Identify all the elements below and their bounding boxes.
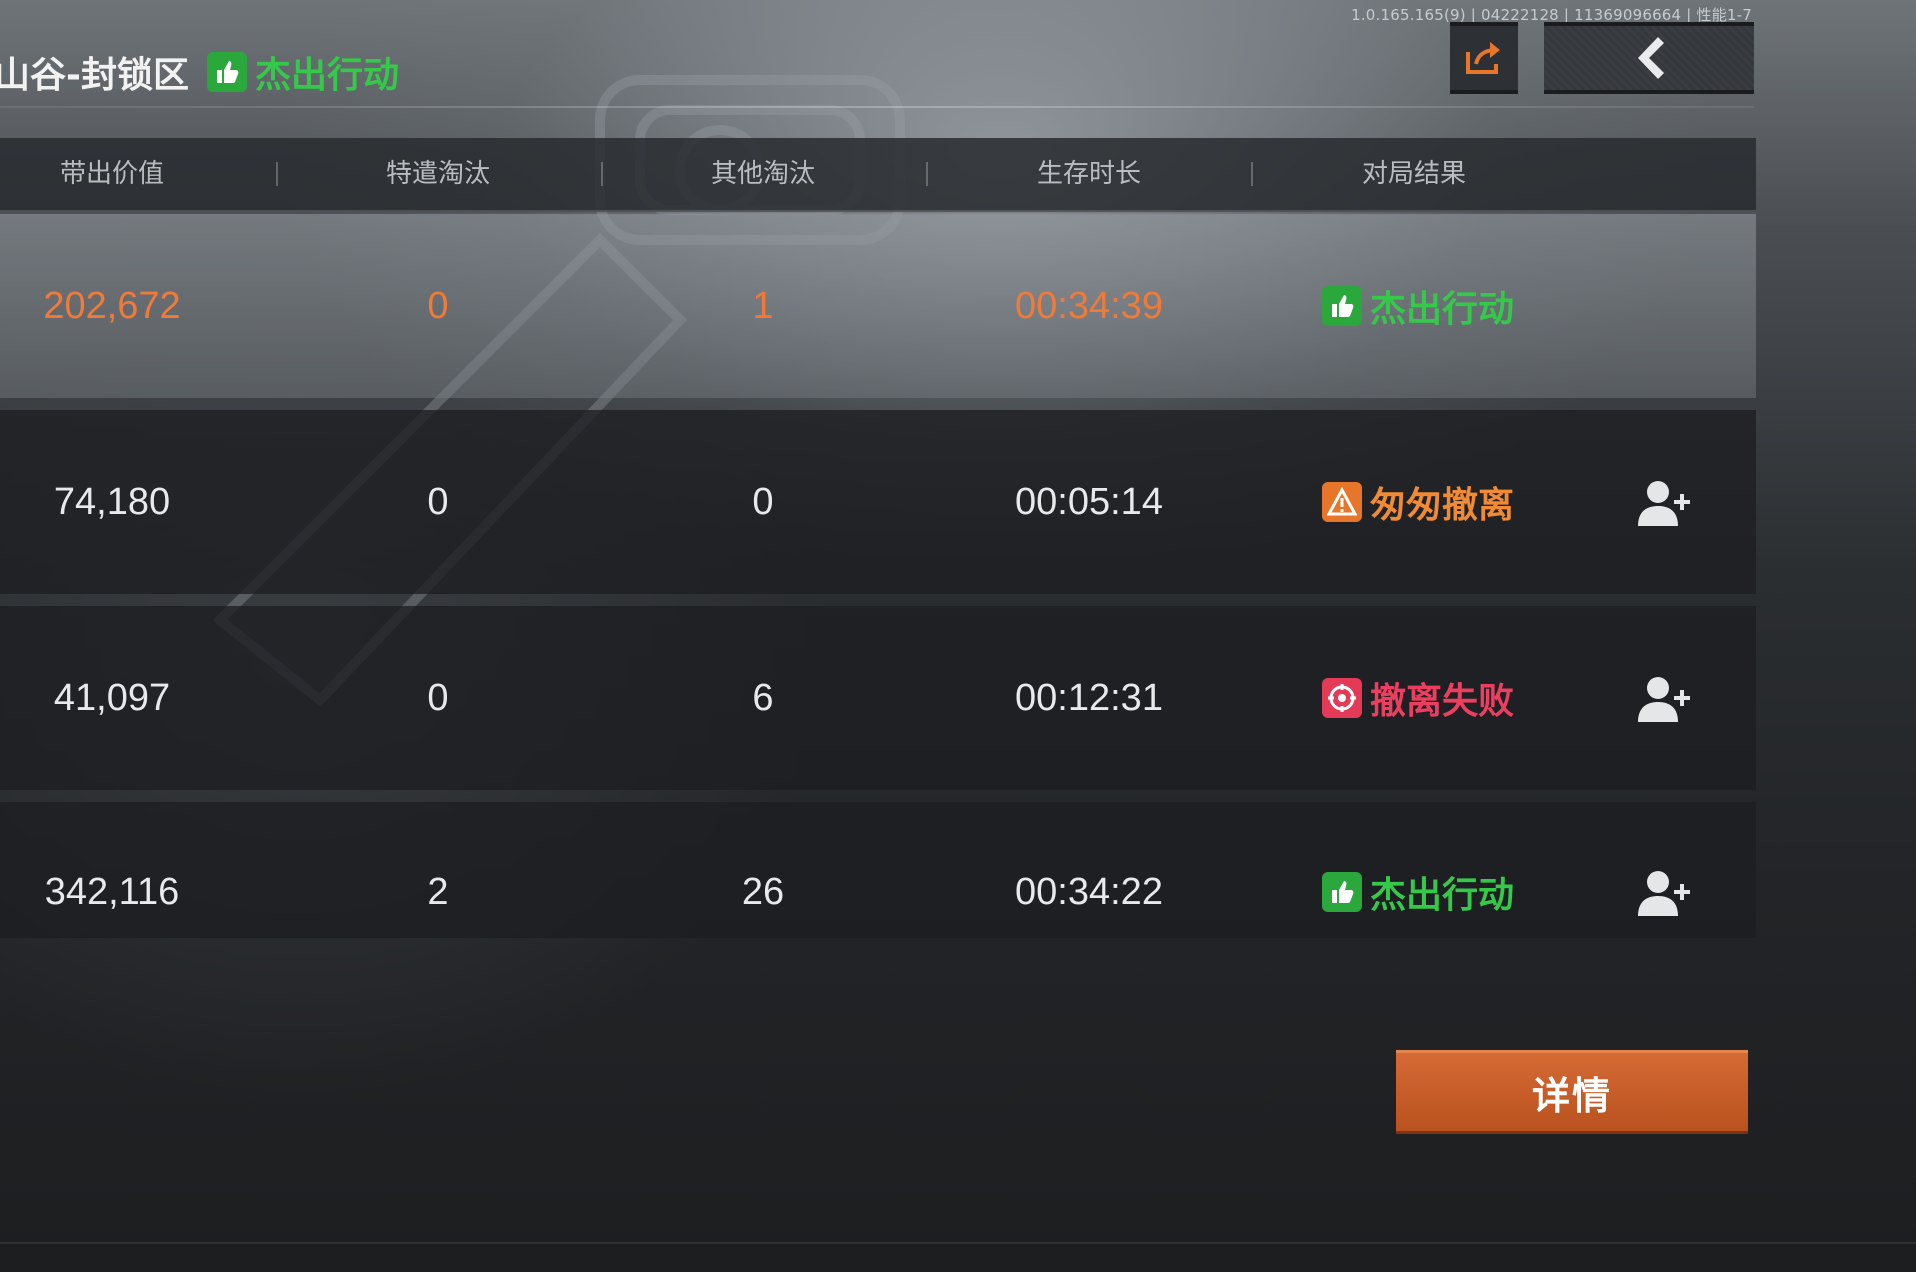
- column-separator: [601, 162, 603, 186]
- share-icon: [1466, 42, 1500, 74]
- overall-result-label: 杰出行动: [254, 55, 399, 96]
- survival-cell: 00:34:22: [1015, 871, 1163, 913]
- add-friend-button[interactable]: [1636, 868, 1692, 918]
- special-kills-cell: 0: [427, 677, 449, 719]
- special-kills-cell: 0: [427, 285, 449, 327]
- column-separator: [276, 162, 278, 186]
- overall-result-badge: 杰出行动: [206, 46, 399, 98]
- other-kills-cell: 0: [752, 481, 774, 523]
- thumbs-up-icon: [1322, 872, 1362, 912]
- other-kills-cell: 6: [752, 677, 774, 719]
- value-cell: 41,097: [53, 677, 171, 719]
- bottom-divider: [0, 1242, 1916, 1244]
- match-result-screen: 1.0.165.165(9) | 04222128 | 11369096664 …: [0, 0, 1916, 1272]
- title-divider: [0, 106, 1754, 108]
- special-kills-cell: 2: [427, 871, 449, 913]
- fail-crosshair-icon: [1322, 678, 1362, 718]
- column-separator: [1251, 162, 1253, 186]
- result-label: 匆匆撤离: [1370, 485, 1515, 526]
- column-header-special-kills: 特遣淘汰: [385, 159, 490, 189]
- details-button[interactable]: 详情: [1396, 1050, 1748, 1134]
- chevron-left-icon: [1638, 37, 1664, 79]
- result-label: 杰出行动: [1370, 289, 1515, 330]
- result-label: 撤离失败: [1370, 681, 1515, 722]
- value-cell: 74,180: [53, 481, 171, 523]
- value-cell: 342,116: [44, 871, 180, 913]
- table-header: 带出价值 特遣淘汰 其他淘汰 生存时长 对局结果: [0, 138, 1756, 212]
- special-kills-cell: 0: [427, 481, 449, 523]
- add-friend-icon: [1638, 871, 1690, 916]
- add-friend-icon: [1638, 481, 1690, 526]
- column-header-value: 带出价值: [59, 159, 164, 189]
- survival-cell: 00:12:31: [1015, 677, 1163, 719]
- column-header-other-kills: 其他淘汰: [710, 159, 815, 189]
- add-friend-button[interactable]: [1636, 674, 1692, 724]
- value-cell: 202,672: [43, 285, 181, 327]
- result-cell: 撤离失败: [1322, 606, 1514, 790]
- column-header-result: 对局结果: [1361, 159, 1466, 189]
- result-label: 杰出行动: [1370, 875, 1515, 916]
- back-button[interactable]: [1544, 22, 1754, 94]
- result-cell: 杰出行动: [1322, 214, 1514, 398]
- share-button[interactable]: [1450, 22, 1518, 94]
- table-row: 342,116 2 26 00:34:22 杰出行动: [0, 802, 1756, 938]
- table-row-self: 202,672 0 1 00:34:39 杰出行动: [0, 214, 1756, 398]
- title-bar: 山谷-封锁区 杰出行动: [0, 44, 399, 100]
- result-cell: 匆匆撤离: [1322, 410, 1514, 594]
- add-friend-button[interactable]: [1636, 478, 1692, 528]
- other-kills-cell: 26: [741, 871, 785, 913]
- column-separator: [926, 162, 928, 186]
- result-cell: 杰出行动: [1322, 824, 1514, 960]
- survival-cell: 00:34:39: [1015, 285, 1163, 327]
- add-friend-icon: [1638, 677, 1690, 722]
- table-row: 41,097 0 6 00:12:31 撤离失败: [0, 606, 1756, 790]
- column-header-survival: 生存时长: [1036, 159, 1141, 189]
- warning-icon: [1322, 482, 1362, 522]
- table-row: 74,180 0 0 00:05:14 匆匆撤离: [0, 410, 1756, 594]
- thumbs-up-icon: [206, 52, 247, 92]
- survival-cell: 00:05:14: [1015, 481, 1163, 523]
- map-title: 山谷-封锁区: [0, 55, 189, 96]
- other-kills-cell: 1: [752, 285, 774, 327]
- thumbs-up-icon: [1322, 286, 1362, 326]
